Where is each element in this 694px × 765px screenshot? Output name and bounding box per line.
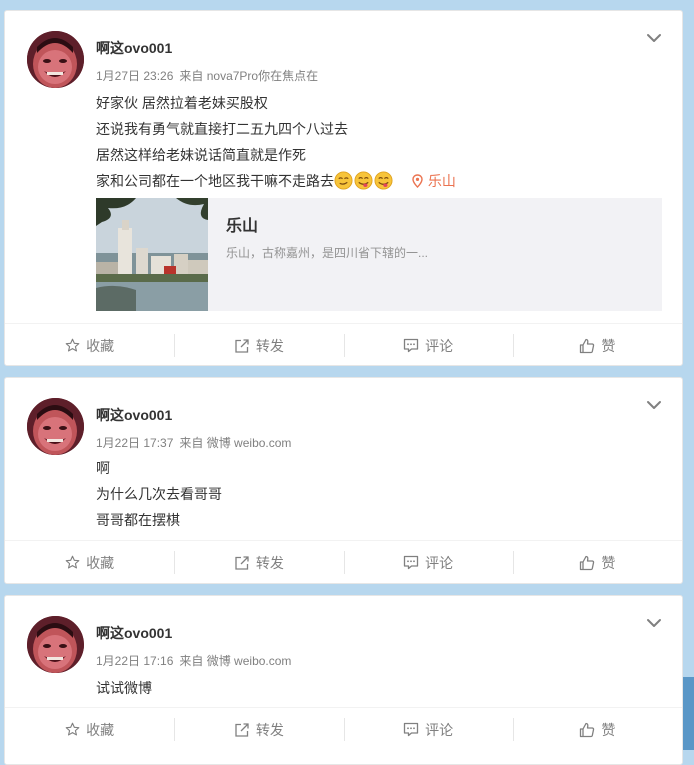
post-line: 哥哥都在摆棋: [96, 512, 180, 528]
like-label: 赞: [601, 337, 616, 354]
username[interactable]: 啊这ovo001: [96, 623, 172, 643]
repost-button[interactable]: 转发: [174, 324, 343, 365]
like-label: 赞: [601, 721, 616, 738]
post-meta: 1月22日 17:37 来自 微博 weibo.com: [96, 434, 291, 451]
comment-label: 评论: [425, 721, 454, 738]
share-icon: [235, 722, 249, 737]
favorite-button[interactable]: 收藏: [5, 541, 174, 583]
comment-button[interactable]: 评论: [343, 541, 513, 583]
post-meta: 1月27日 23:26 来自 nova7Pro你在焦点在: [96, 67, 318, 84]
post-line-with-emoji: 家和公司都在一个地区我干嘛不走路去 乐山: [96, 168, 666, 194]
repost-button[interactable]: 转发: [174, 541, 343, 583]
link-card-title: 乐山: [226, 218, 259, 235]
repost-label: 转发: [255, 721, 284, 738]
comment-label: 评论: [425, 554, 454, 571]
location-tag[interactable]: 乐山: [412, 168, 456, 194]
username[interactable]: 啊这ovo001: [96, 38, 172, 58]
post-line: 为什么几次去看哥哥: [96, 486, 222, 502]
weibo-post-2: 啊这ovo001 1月22日 17:37 来自 微博 weibo.com 啊 为什…: [4, 377, 683, 584]
weibo-post-1: 啊这ovo001 1月27日 23:26 来自 nova7Pro你在焦点在 好家伙…: [4, 10, 683, 366]
location-label: 乐山: [427, 173, 456, 189]
post-time[interactable]: 1月27日 23:26: [96, 69, 173, 83]
action-bar: 收藏 转发 评论 赞: [5, 323, 682, 365]
like-button[interactable]: 赞: [512, 324, 682, 365]
post-source[interactable]: 来自 微博 weibo.com: [179, 436, 291, 450]
favorite-button[interactable]: 收藏: [5, 324, 174, 365]
smirk-emoji-icon: [334, 171, 353, 190]
post-line: 试试微博: [96, 680, 152, 696]
share-icon: [235, 555, 249, 570]
repost-label: 转发: [255, 554, 284, 571]
post-source[interactable]: 来自 微博 weibo.com: [179, 654, 291, 668]
favorite-label: 收藏: [86, 337, 115, 354]
comment-button[interactable]: 评论: [343, 324, 513, 365]
location-link-card[interactable]: 乐山 乐山，古称嘉州，是四川省下辖的一...: [96, 198, 662, 311]
comment-label: 评论: [425, 337, 454, 354]
comment-button[interactable]: 评论: [343, 708, 513, 751]
thumbs-up-icon: [580, 722, 595, 737]
city-thumbnail-image: [96, 198, 208, 311]
favorite-label: 收藏: [86, 554, 115, 571]
comment-icon: [403, 338, 419, 353]
post-meta: 1月22日 17:16 来自 微博 weibo.com: [96, 652, 291, 669]
location-pin-icon: [412, 174, 423, 188]
link-card-description: 乐山，古称嘉州，是四川省下辖的一...: [226, 246, 429, 260]
share-icon: [235, 338, 249, 353]
star-icon: [65, 722, 80, 736]
thumbs-up-icon: [580, 338, 595, 353]
post-line: 居然这样给老妹说话简直就是作死: [96, 147, 306, 163]
avatar[interactable]: [27, 616, 84, 673]
chevron-down-icon[interactable]: [646, 399, 662, 411]
post-time[interactable]: 1月22日 17:37: [96, 436, 173, 450]
weibo-post-3: 啊这ovo001 1月22日 17:16 来自 微博 weibo.com 试试微博…: [4, 595, 683, 765]
post-source[interactable]: 来自 nova7Pro你在焦点在: [179, 69, 318, 83]
avatar[interactable]: [27, 398, 84, 455]
post-line: 好家伙 居然拉着老妹买股权: [96, 95, 268, 111]
yum-emoji-icon: [354, 171, 373, 190]
post-text: 好家伙 居然拉着老妹买股权 还说我有勇气就直接打二五九四个八过去 居然这样给老妹…: [96, 90, 666, 194]
chevron-down-icon[interactable]: [646, 32, 662, 44]
side-float-tab[interactable]: [683, 677, 694, 750]
action-bar: 收藏 转发 评论 赞: [5, 707, 682, 751]
post-line: 啊: [96, 460, 110, 476]
star-icon: [65, 555, 80, 569]
post-text: 啊 为什么几次去看哥哥 哥哥都在摆棋: [96, 455, 666, 533]
avatar[interactable]: [27, 31, 84, 88]
star-icon: [65, 338, 80, 352]
thumbs-up-icon: [580, 555, 595, 570]
post-line: 还说我有勇气就直接打二五九四个八过去: [96, 121, 348, 137]
like-label: 赞: [601, 554, 616, 571]
comment-icon: [403, 555, 419, 570]
chevron-down-icon[interactable]: [646, 617, 662, 629]
like-button[interactable]: 赞: [512, 541, 682, 583]
post-line: 家和公司都在一个地区我干嘛不走路去: [96, 173, 334, 189]
repost-button[interactable]: 转发: [174, 708, 343, 751]
action-bar: 收藏 转发 评论 赞: [5, 540, 682, 583]
post-text: 试试微博: [96, 675, 666, 701]
yum-emoji-icon: [374, 171, 393, 190]
favorite-label: 收藏: [86, 721, 115, 738]
post-time[interactable]: 1月22日 17:16: [96, 654, 173, 668]
favorite-button[interactable]: 收藏: [5, 708, 174, 751]
repost-label: 转发: [255, 337, 284, 354]
like-button[interactable]: 赞: [512, 708, 682, 751]
username[interactable]: 啊这ovo001: [96, 405, 172, 425]
comment-icon: [403, 722, 419, 737]
